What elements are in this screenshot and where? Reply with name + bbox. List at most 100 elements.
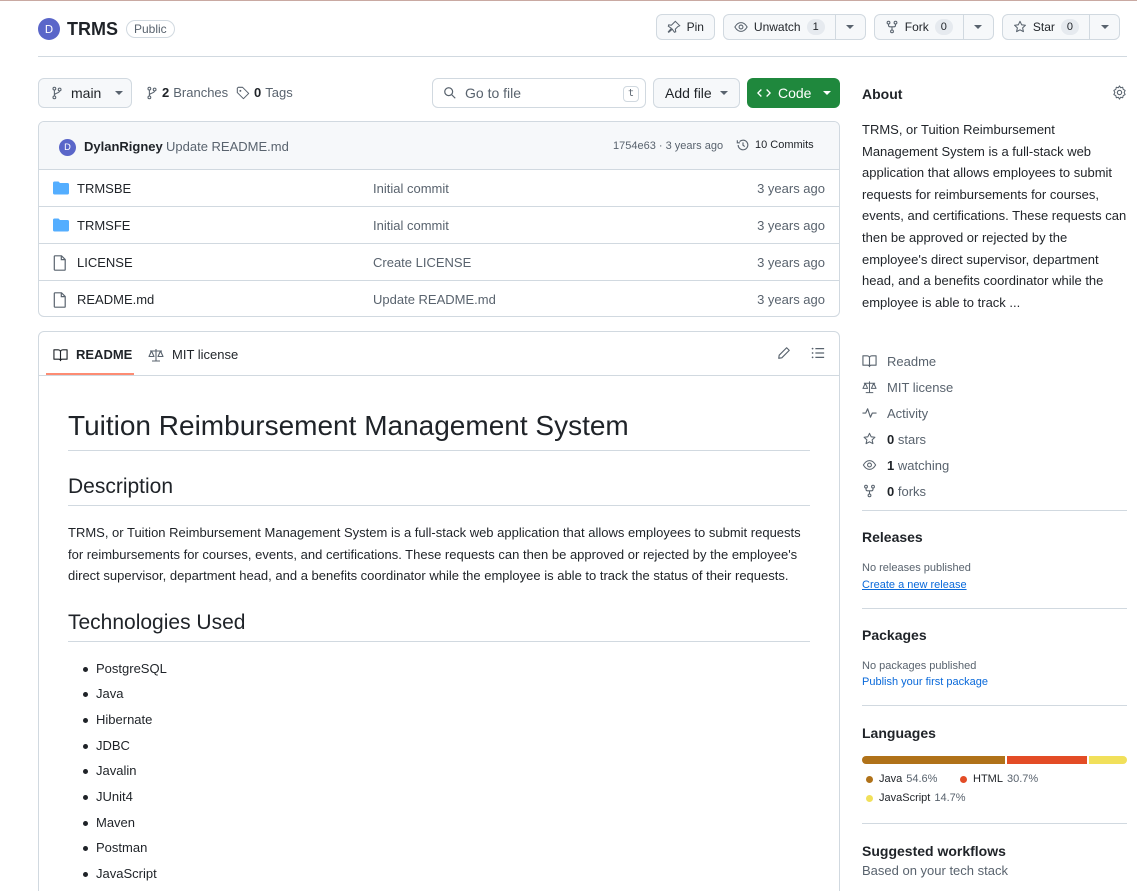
file-row[interactable]: TRMSFE Initial commit 3 years ago [39, 207, 839, 244]
releases-heading[interactable]: Releases [862, 529, 923, 545]
tech-list: PostgreSQL Java Hibernate JDBC Javalin J… [68, 656, 810, 887]
language-java[interactable]: Java 54.6% [866, 773, 937, 785]
star-dropdown[interactable] [1089, 15, 1119, 39]
tag-icon [236, 86, 250, 100]
file-row[interactable]: LICENSE Create LICENSE 3 years ago [39, 244, 839, 281]
unwatch-button[interactable]: Unwatch 1 [722, 14, 866, 40]
file-commit-message[interactable]: Initial commit [373, 181, 449, 196]
tab-readme[interactable]: README [53, 347, 132, 362]
list-item: Postman [83, 835, 810, 861]
go-to-file-input[interactable]: Go to file t [432, 78, 646, 108]
active-tab-indicator [46, 373, 134, 375]
language-bar-segment [862, 756, 1005, 764]
header-divider [38, 56, 1127, 57]
about-links: Readme MIT license Activity 0 stars 1 wa… [862, 348, 953, 504]
language-javascript[interactable]: JavaScript 14.7% [866, 792, 966, 804]
publish-package-link[interactable]: Publish your first package [862, 676, 988, 688]
releases-empty-text: No releases published [862, 562, 971, 574]
file-commit-message[interactable]: Initial commit [373, 218, 449, 233]
sidebar-divider [862, 823, 1127, 824]
branches-count: 2 [162, 85, 170, 100]
readme-title: Tuition Reimbursement Management System [68, 410, 810, 451]
fork-button[interactable]: Fork 0 [873, 14, 994, 40]
commit-hash-time[interactable]: 1754e63 · 3 years ago [613, 140, 723, 152]
repo-header: D TRMS Public [38, 16, 175, 42]
pin-button[interactable]: Pin [655, 14, 715, 40]
fork-label: Fork [904, 20, 929, 34]
workflows-subtext: Based on your tech stack [862, 863, 1008, 878]
visibility-badge: Public [126, 20, 175, 38]
list-item: Java [83, 681, 810, 707]
language-html[interactable]: HTML 30.7% [960, 773, 1038, 785]
commit-author-avatar[interactable]: D [59, 139, 76, 156]
unwatch-dropdown[interactable] [834, 15, 865, 39]
file-commit-message[interactable]: Create LICENSE [373, 255, 471, 270]
file-time: 3 years ago [757, 181, 825, 196]
branch-name: main [71, 85, 102, 101]
repo-actions: Pin Unwatch 1 Fork 0 Star 0 [655, 14, 1120, 40]
fork-dropdown[interactable] [962, 15, 993, 39]
stars-link[interactable]: 0 stars [862, 426, 953, 452]
languages-bar [862, 756, 1127, 764]
owner-avatar[interactable]: D [38, 18, 60, 40]
pencil-icon[interactable] [777, 346, 791, 360]
tags-label: Tags [265, 85, 293, 100]
file-icon [53, 255, 67, 271]
sidebar-divider [862, 705, 1127, 706]
go-to-file-placeholder: Go to file [465, 85, 522, 101]
forks-link[interactable]: 0 forks [862, 478, 953, 504]
file-time: 3 years ago [757, 292, 825, 307]
eye-icon [862, 458, 877, 472]
create-release-link[interactable]: Create a new release [862, 579, 967, 591]
file-row[interactable]: README.md Update README.md 3 years ago [39, 281, 839, 316]
file-commit-message[interactable]: Update README.md [373, 292, 496, 307]
forks-count: 0 [887, 483, 895, 499]
file-name[interactable]: TRMSBE [77, 181, 131, 196]
watching-count: 1 [887, 457, 895, 473]
commit-message[interactable]: Update README.md [166, 139, 289, 154]
add-file-button[interactable]: Add file [653, 78, 740, 108]
file-list: D DylanRigney Update README.md 1754e63 ·… [38, 121, 840, 317]
tags-link[interactable]: 0 Tags [236, 85, 293, 100]
file-name[interactable]: TRMSFE [77, 218, 130, 233]
eye-icon [734, 20, 748, 34]
book-icon [862, 354, 877, 368]
repo-name[interactable]: TRMS [67, 19, 118, 40]
outline-list-icon[interactable] [811, 346, 825, 360]
stars-label: stars [897, 431, 927, 447]
activity-link[interactable]: Activity [862, 400, 953, 426]
tech-heading: Technologies Used [68, 611, 810, 642]
file-name[interactable]: README.md [77, 292, 154, 307]
license-link[interactable]: MIT license [862, 374, 953, 400]
pulse-icon [862, 406, 877, 420]
commit-author[interactable]: DylanRigney [84, 139, 163, 154]
chevron-down-icon [115, 91, 124, 95]
readme-tabs: README MIT license [39, 332, 839, 376]
language-percent: 54.6% [906, 773, 938, 785]
fork-icon [862, 484, 877, 498]
code-button[interactable]: Code [747, 78, 840, 108]
star-label: Star [1032, 20, 1055, 34]
list-item: JavaScript [83, 861, 810, 887]
star-button[interactable]: Star 0 [1001, 14, 1120, 40]
file-row[interactable]: TRMSBE Initial commit 3 years ago [39, 170, 839, 207]
packages-heading[interactable]: Packages [862, 627, 927, 643]
tags-count: 0 [254, 85, 262, 100]
watching-link[interactable]: 1 watching [862, 452, 953, 478]
tab-license[interactable]: MIT license [148, 347, 238, 362]
top-border [0, 0, 1137, 1]
readme-link[interactable]: Readme [862, 348, 953, 374]
fork-counter: 0 [934, 19, 953, 35]
commits-link[interactable]: 10 Commits [736, 138, 814, 152]
gear-icon[interactable] [1112, 85, 1127, 100]
chevron-down-icon [846, 25, 855, 29]
star-icon [862, 432, 877, 446]
code-icon [757, 86, 771, 100]
language-percent: 14.7% [934, 792, 966, 804]
branch-selector[interactable]: main [38, 78, 132, 108]
fork-icon [885, 20, 899, 34]
branches-link[interactable]: 2 Branches [146, 85, 228, 100]
book-icon [53, 348, 68, 362]
file-name[interactable]: LICENSE [77, 255, 133, 270]
file-time: 3 years ago [757, 255, 825, 270]
